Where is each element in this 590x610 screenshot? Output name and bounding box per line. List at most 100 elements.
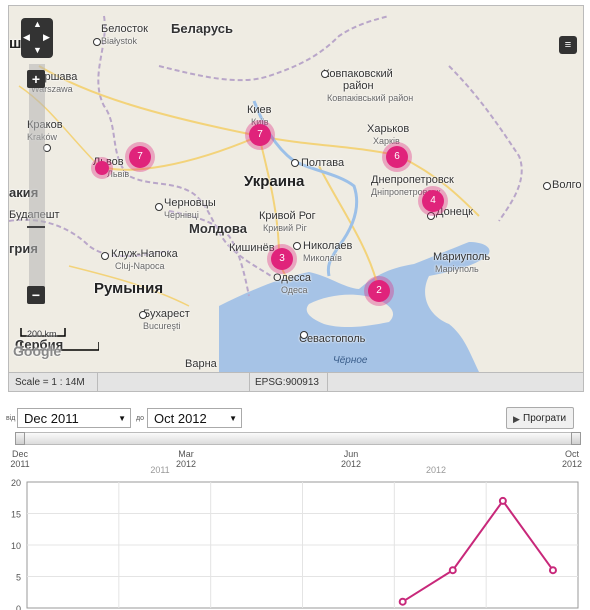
from-date-value: Dec 2011 [24, 411, 79, 426]
play-button-label: Програти [523, 413, 567, 424]
label-moldova: Молдова [189, 221, 247, 236]
label-kryvyi-sub: Кривий Ріг [263, 223, 307, 233]
label-kyiv: Киев [247, 104, 272, 116]
label-mariupol-sub: Маріуполь [435, 264, 479, 274]
status-divider [327, 373, 328, 391]
timeline-tick-jun-2012: Jun 2012 [333, 449, 369, 469]
tick-month: Jun [343, 449, 359, 459]
city-dot [300, 331, 308, 339]
data-point [548, 566, 557, 575]
tick-month: Oct [564, 449, 579, 459]
zoom-slider-track[interactable] [29, 64, 45, 304]
pan-right-icon[interactable]: ▶ [43, 32, 50, 43]
to-label: до [136, 415, 144, 422]
from-label: від [6, 415, 16, 422]
map-cluster-odesa[interactable]: 3 [271, 248, 293, 270]
timeline-tick-dec-2011: Dec 2011 [2, 449, 38, 469]
label-volgo: Волго [552, 179, 582, 191]
tick-year: 2012 [340, 459, 362, 469]
map-cluster-kharkiv[interactable]: 6 [386, 146, 408, 168]
label-sevastopol: Севастополь [299, 333, 366, 345]
label-bucharest-sub: Bucureşti [143, 321, 181, 331]
tick-month: Mar [178, 449, 194, 459]
play-button[interactable]: ▶ Програти [506, 407, 574, 429]
pan-up-icon[interactable]: ▲ [33, 19, 42, 29]
city-dot [291, 159, 299, 167]
map-cluster-crimea[interactable]: 2 [368, 280, 390, 302]
to-date-value: Oct 2012 [154, 411, 207, 426]
map-view[interactable]: Беларусь Белосток Białystok ша Варшава W… [8, 5, 584, 392]
label-kovpakovsky: Ковпаковский [323, 68, 393, 80]
label-mariupol: Мариуполь [433, 251, 491, 263]
from-date-select[interactable]: Dec 2011 ▼ [17, 408, 131, 428]
label-mykolaiv-sub: Миколаїв [303, 253, 342, 263]
label-dnipro: Днепропетровск [371, 174, 454, 186]
y-tick-label: 15 [11, 510, 21, 520]
time-controls: від Dec 2011 ▼ до Oct 2012 ▼ ▶ Програти [0, 405, 590, 435]
label-kovpakovsky-sub: Ковпаківський район [327, 93, 414, 103]
status-divider [249, 373, 250, 391]
label-kluj: Клуж-Напока [111, 248, 178, 260]
label-poltava: Полтава [301, 157, 345, 169]
play-icon: ▶ [513, 414, 520, 424]
tick-month: Dec [11, 449, 28, 459]
map-status-bar: Scale = 1 : 14M EPSG:900913 [9, 372, 583, 391]
label-kishinev: Кишинёв [229, 242, 275, 254]
label-odesa-sub: Одеса [281, 285, 308, 295]
data-point [498, 496, 507, 505]
data-point [398, 597, 407, 606]
label-kharkiv: Харьков [367, 123, 410, 135]
label-bucharest: Бухарест [143, 308, 190, 320]
label-kryvyi: Кривой Рог [259, 210, 316, 222]
map-cluster-kyiv[interactable]: 7 [249, 124, 271, 146]
label-romania: Румыния [94, 280, 164, 297]
label-kovpakovsky-2: район [343, 80, 374, 92]
map-cluster-donetsk[interactable]: 4 [422, 190, 444, 212]
city-dot [543, 182, 551, 190]
city-dot [93, 38, 101, 46]
y-tick-label: 20 [11, 478, 21, 488]
google-logo: Google [13, 343, 62, 359]
pan-control[interactable]: ▲ ◀ ▶ ▼ [21, 18, 53, 58]
range-start-handle[interactable] [15, 432, 25, 445]
city-dot [101, 252, 109, 260]
range-end-handle[interactable] [571, 432, 581, 445]
data-point [448, 566, 457, 575]
zoom-out-button[interactable]: − [27, 286, 45, 304]
city-dot [139, 311, 147, 319]
label-chernivtsi: Черновцы [164, 197, 216, 209]
label-kluj-sub: Cluj-Napoca [115, 261, 165, 271]
label-ukraine: Украина [244, 173, 305, 190]
tick-year: 2011 [10, 459, 30, 469]
zoom-slider-handle[interactable] [27, 226, 45, 228]
label-odesa: Одесса [273, 272, 311, 284]
events-line-chart: 0 5 10 15 20 [11, 478, 579, 610]
y-tick-label: 5 [16, 573, 21, 583]
tick-year: 2012 [561, 459, 583, 469]
city-dot [321, 70, 329, 78]
to-date-select[interactable]: Oct 2012 ▼ [147, 408, 242, 428]
label-chernivtsi-sub: Чернівці [164, 210, 199, 220]
map-cluster-lviv[interactable]: 7 [129, 146, 151, 168]
map-cluster-small[interactable] [95, 161, 109, 175]
label-belarus: Беларусь [171, 21, 233, 36]
timeline-tick-oct-2012: Oct 2012 [554, 449, 590, 469]
scale-readout: Scale = 1 : 14M [15, 377, 85, 388]
label-bialystok: Белосток [101, 23, 148, 35]
pan-left-icon[interactable]: ◀ [23, 32, 30, 43]
status-divider [97, 373, 98, 391]
layers-icon[interactable]: ≡ [559, 36, 577, 54]
y-tick-label: 0 [16, 604, 21, 610]
y-tick-label: 10 [11, 541, 21, 551]
city-dot [293, 242, 301, 250]
city-dot [427, 212, 435, 220]
chevron-down-icon: ▼ [118, 414, 126, 423]
label-black-sea: Чёрное [333, 355, 368, 366]
pan-down-icon[interactable]: ▼ [33, 45, 42, 55]
scale-label: 200 km [27, 329, 57, 339]
label-varna: Варна [185, 358, 217, 370]
time-range-slider[interactable] [15, 432, 581, 445]
label-bialystok-sub: Białystok [101, 36, 138, 46]
zoom-in-button[interactable]: + [27, 70, 45, 88]
chevron-down-icon: ▼ [229, 414, 237, 423]
